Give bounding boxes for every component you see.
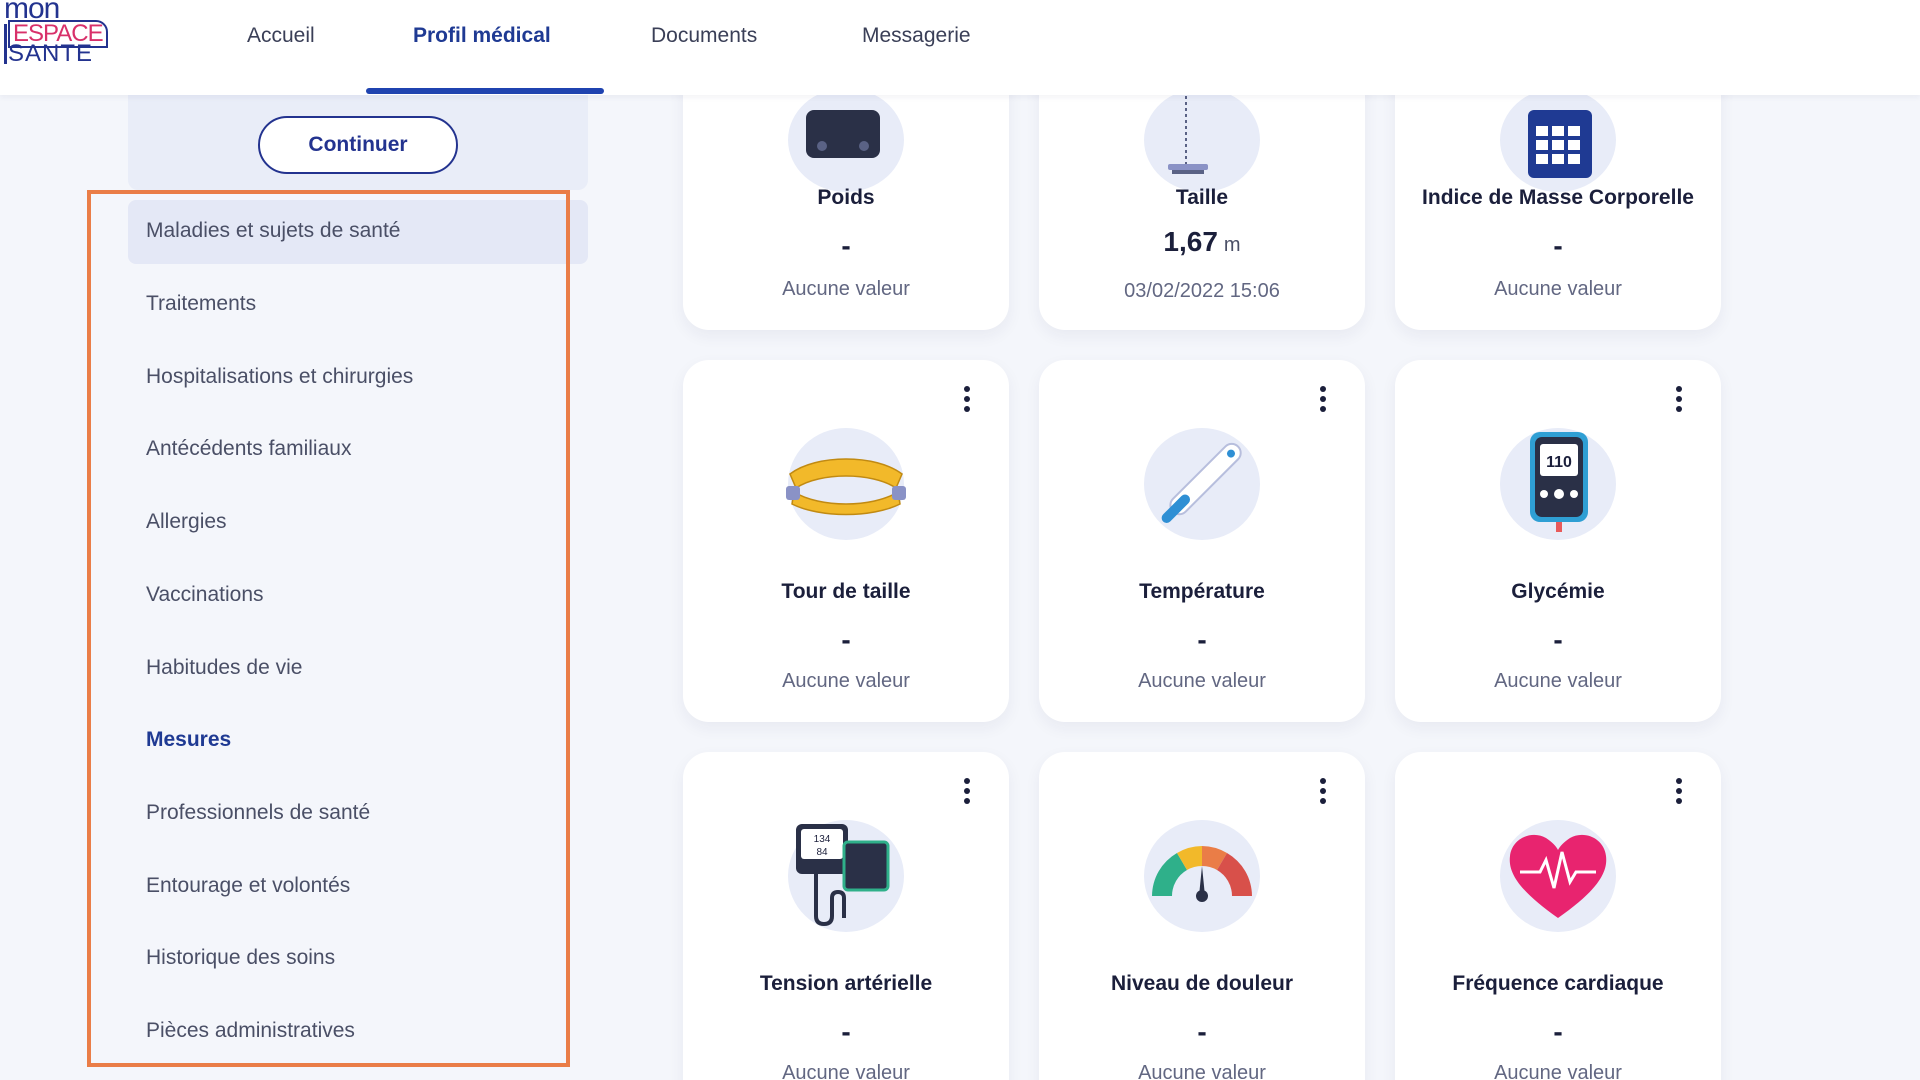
card-timestamp: 03/02/2022 15:06 <box>1124 280 1280 302</box>
glucometer-icon: 110 <box>1500 428 1616 540</box>
more-options-icon[interactable] <box>963 386 971 416</box>
card-title: Glycémie <box>1511 580 1605 603</box>
nav-tab-messagerie[interactable]: Messagerie <box>862 24 971 48</box>
card-title: Indice de Masse Corporelle <box>1422 186 1694 209</box>
tape-measure-icon <box>786 428 906 540</box>
card-title: Poids <box>817 186 875 209</box>
card-subtitle: Aucune valeur <box>1138 1062 1266 1080</box>
svg-text:110: 110 <box>1546 454 1572 471</box>
card-title: Tension artérielle <box>759 972 933 995</box>
card-subtitle: Aucune valeur <box>1494 1062 1622 1080</box>
active-tab-indicator <box>366 88 604 94</box>
card-value: - <box>841 624 851 655</box>
card-value: - <box>1197 1016 1207 1047</box>
card-title: Taille <box>1175 186 1229 209</box>
blood-pressure-monitor-icon: 134 84 <box>788 820 904 932</box>
card-subtitle: Aucune valeur <box>782 670 910 692</box>
card-subtitle: Aucune valeur <box>1494 670 1622 692</box>
svg-text:84: 84 <box>816 847 828 858</box>
pain-gauge-icon <box>1144 820 1260 932</box>
card-value: 1,67 m <box>1163 226 1241 257</box>
card-value: - <box>841 1016 851 1047</box>
mon-espace-sante-logo[interactable]: mon ESPACE SANTE <box>2 0 108 66</box>
measure-card-frequence-cardiaque[interactable]: Fréquence cardiaque - Aucune valeur <box>1395 752 1721 1080</box>
heart-rate-icon <box>1500 820 1616 932</box>
card-title: Niveau de douleur <box>1110 972 1294 995</box>
svg-text:134: 134 <box>814 834 831 845</box>
nav-tab-documents[interactable]: Documents <box>651 24 757 48</box>
card-value: - <box>1553 624 1563 655</box>
measure-card-tour-de-taille[interactable]: Tour de taille - Aucune valeur <box>683 360 1009 722</box>
card-value: - <box>1553 1016 1563 1047</box>
top-header: mon ESPACE SANTE Accueil Profil médical … <box>0 0 1920 95</box>
more-options-icon[interactable] <box>1319 386 1327 416</box>
measure-card-tension[interactable]: 134 84 Tension artérielle - Aucune valeu… <box>683 752 1009 1080</box>
measure-card-douleur[interactable]: Niveau de douleur - Aucune valeur <box>1039 752 1365 1080</box>
card-value: - <box>1197 624 1207 655</box>
sidebar-highlight-box <box>87 190 570 1067</box>
measure-card-temperature[interactable]: Température - Aucune valeur <box>1039 360 1365 722</box>
nav-tab-profil-medical[interactable]: Profil médical <box>413 24 551 48</box>
card-title: Fréquence cardiaque <box>1452 972 1664 995</box>
continue-button[interactable]: Continuer <box>258 116 458 174</box>
nav-tab-accueil[interactable]: Accueil <box>247 24 315 48</box>
card-subtitle: Aucune valeur <box>782 1062 910 1080</box>
more-options-icon[interactable] <box>1675 386 1683 416</box>
card-subtitle: Aucune valeur <box>1138 670 1266 692</box>
card-value: - <box>841 230 851 261</box>
more-options-icon[interactable] <box>963 778 971 808</box>
card-subtitle: Aucune valeur <box>782 278 910 300</box>
measure-card-glycemie[interactable]: 110 Glycémie - Aucune valeur <box>1395 360 1721 722</box>
card-subtitle: Aucune valeur <box>1494 278 1622 300</box>
more-options-icon[interactable] <box>1675 778 1683 808</box>
thermometer-icon <box>1144 428 1260 540</box>
more-options-icon[interactable] <box>1319 778 1327 808</box>
card-value: - <box>1553 230 1563 261</box>
card-title: Température <box>1139 580 1265 603</box>
card-title: Tour de taille <box>781 580 911 603</box>
